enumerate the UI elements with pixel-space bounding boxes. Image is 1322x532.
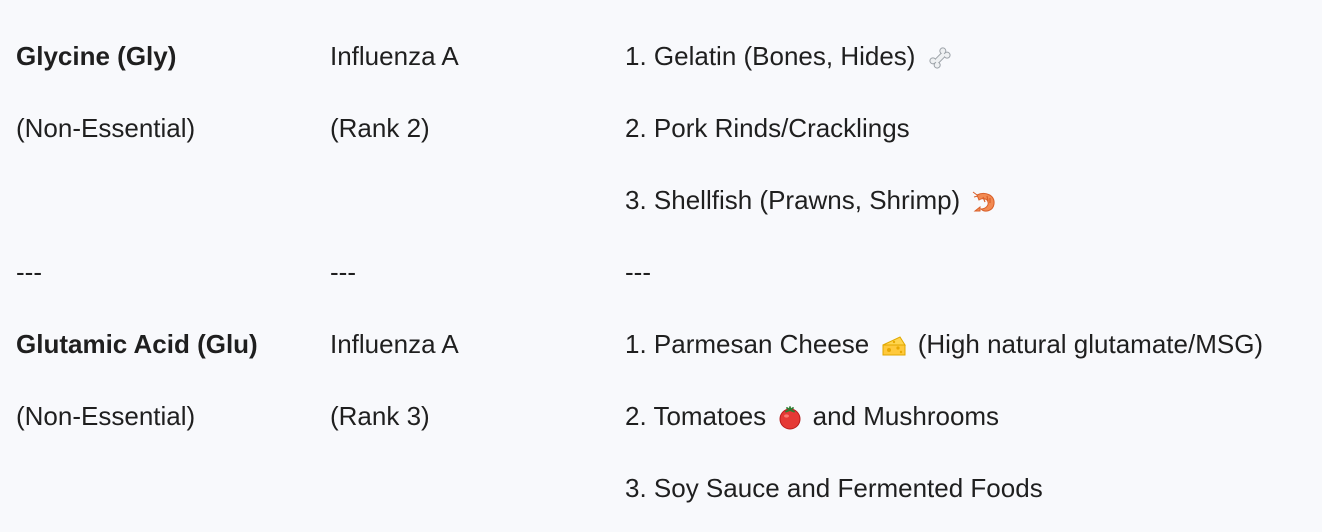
virus-name: Influenza A [330,329,459,359]
food-item: 2. Pork Rinds/Cracklings [625,108,910,148]
virus-rank: (Rank 2) [330,113,430,143]
food-item: 3. Soy Sauce and Fermented Foods [625,468,1043,508]
cheese-icon [880,333,908,359]
amino-acid-table: Glycine (Gly) Influenza A 1. Gelatin (Bo… [0,0,1322,532]
separator: --- [16,257,42,287]
tomato-icon [777,405,803,431]
table-row: (Non-Essential) (Rank 2) 2. Pork Rinds/C… [0,108,1322,148]
food-item-text: 2. Tomatoes [625,401,767,431]
food-item: 3. Shellfish (Prawns, Shrimp) [625,180,1001,220]
food-item-text: 3. Soy Sauce and Fermented Foods [625,473,1043,503]
food-item-text: 3. Shellfish (Prawns, Shrimp) [625,185,961,215]
food-item-text: 2. Pork Rinds/Cracklings [625,113,910,143]
amino-acid-category: (Non-Essential) [16,401,196,431]
shrimp-icon [971,189,999,215]
food-item: 2. Tomatoes and Mushrooms [625,396,999,436]
table-row: Glutamic Acid (Glu) Influenza A 1. Parme… [0,324,1322,364]
food-item-note: (High natural glutamate/MSG) [917,329,1264,359]
table-row: (Non-Essential) (Rank 3) 2. Tomatoes and… [0,396,1322,436]
amino-acid-name: Glutamic Acid (Glu) [16,329,258,359]
amino-acid-name: Glycine (Gly) [16,41,177,71]
food-item: 1. Gelatin (Bones, Hides) [625,36,955,76]
food-item: 1. Parmesan Cheese (High natural glutama… [625,324,1263,364]
separator-row: --- --- --- [0,252,1322,292]
virus-name: Influenza A [330,41,459,71]
virus-rank: (Rank 3) [330,401,430,431]
table-row: Glycine (Gly) Influenza A 1. Gelatin (Bo… [0,36,1322,76]
separator: --- [330,257,356,287]
food-item-text: 1. Gelatin (Bones, Hides) [625,41,916,71]
separator: --- [625,257,651,287]
bone-icon [927,45,953,71]
table-row: 3. Soy Sauce and Fermented Foods [0,468,1322,508]
table-row: 3. Shellfish (Prawns, Shrimp) [0,180,1322,220]
food-item-text: 1. Parmesan Cheese [625,329,870,359]
amino-acid-category: (Non-Essential) [16,113,196,143]
food-item-note: and Mushrooms [812,401,1000,431]
